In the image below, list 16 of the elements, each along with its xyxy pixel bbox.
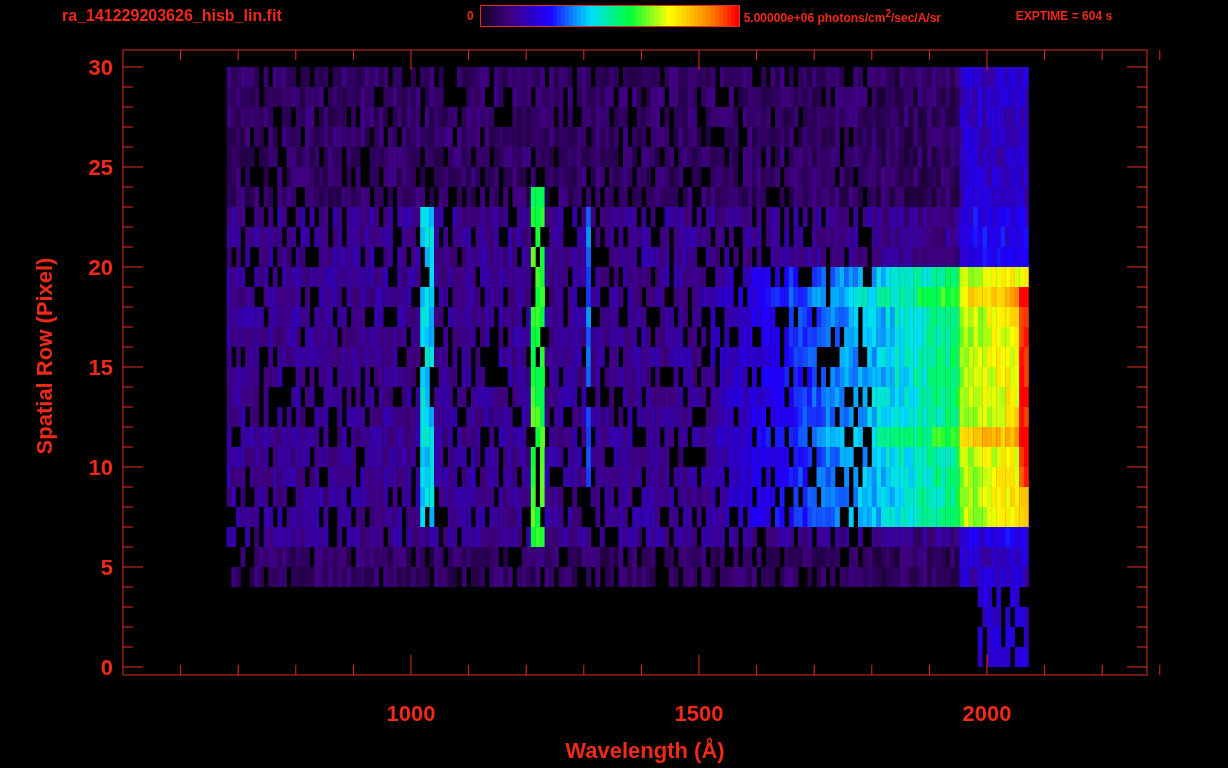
- colorbar-max-label: 5.00000e+06 photons/cm$^{2}$/sec/A/sr: [743, 7, 943, 25]
- colorbar-min-label: 0: [467, 9, 474, 23]
- y-tick-label: 20: [88, 255, 113, 280]
- x-tick-label: 2000: [962, 701, 1012, 726]
- x-axis-label: Wavelength (Å): [565, 738, 725, 763]
- y-axis-label: Spatial Row (Pixel): [32, 257, 57, 455]
- y-tick-label: 5: [100, 555, 113, 580]
- file-title: ra_141229203626_hisb_lin.fit: [62, 7, 283, 25]
- exposure-time: EXPTIME = 604 s: [1015, 9, 1113, 23]
- x-tick-label: 1500: [674, 701, 724, 726]
- x-tick-label: 1000: [386, 701, 436, 726]
- y-tick-label: 25: [88, 155, 113, 180]
- y-tick-label: 10: [88, 455, 113, 480]
- y-tick-label: 0: [100, 655, 113, 680]
- y-tick-label: 30: [88, 55, 113, 80]
- y-tick-label: 15: [88, 355, 113, 380]
